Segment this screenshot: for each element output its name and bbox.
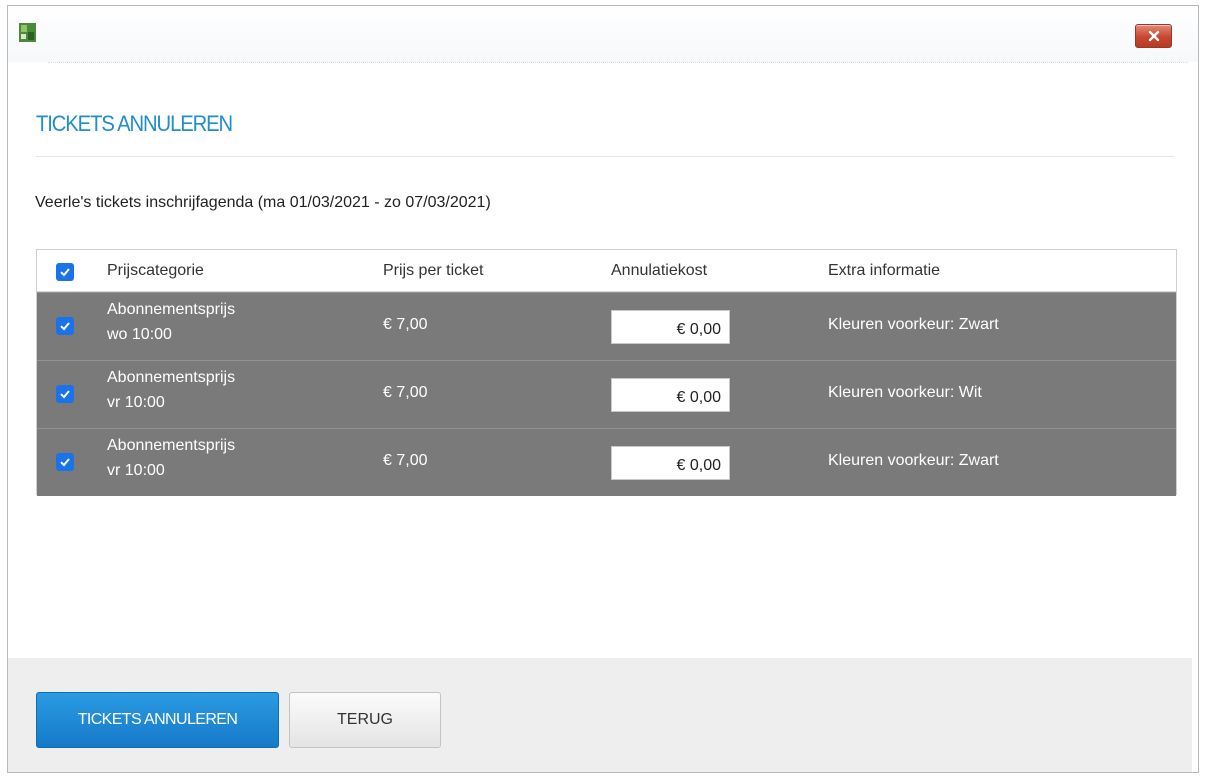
extra-info: Kleuren voorkeur: Zwart [828, 452, 999, 469]
cancellation-cost-input[interactable]: € 0,00 [611, 310, 730, 344]
session-time: vr 10:00 [107, 462, 165, 479]
page-subtitle: Veerle's tickets inschrijfagenda (ma 01/… [35, 194, 491, 211]
tickets-table: Prijscategorie Prijs per ticket Annulati… [36, 249, 1177, 496]
price-category: Abonnementsprijs [107, 369, 236, 386]
extra-info: Kleuren voorkeur: Zwart [828, 316, 999, 333]
table-header: Prijscategorie Prijs per ticket Annulati… [37, 250, 1176, 292]
dialog-window: TICKETS ANNULEREN Veerle's tickets insch… [7, 5, 1199, 773]
title-rule [36, 156, 1174, 157]
check-icon [60, 268, 70, 277]
row-checkbox[interactable] [56, 453, 74, 471]
close-button[interactable] [1135, 24, 1172, 48]
ticket-price: € 7,00 [383, 452, 428, 469]
cancel-tickets-button[interactable]: TICKETS ANNULEREN [36, 692, 279, 748]
select-all-checkbox[interactable] [56, 263, 74, 281]
page-title: TICKETS ANNULEREN [36, 111, 233, 136]
column-header-cancellation-cost: Annulatiekost [611, 262, 708, 279]
ticket-price: € 7,00 [383, 384, 428, 401]
check-icon [60, 322, 70, 331]
row-checkbox[interactable] [56, 385, 74, 403]
extra-info: Kleuren voorkeur: Wit [828, 384, 982, 401]
check-icon [60, 390, 70, 399]
table-row: Abonnementsprijs vr 10:00 € 7,00 € 0,00 … [37, 428, 1176, 496]
back-button[interactable]: TERUG [289, 692, 441, 748]
title-bar [8, 6, 1198, 62]
column-header-category: Prijscategorie [107, 262, 204, 279]
app-icon [19, 23, 36, 42]
close-icon [1148, 30, 1159, 42]
session-time: vr 10:00 [107, 394, 165, 411]
price-category: Abonnementsprijs [107, 437, 236, 454]
column-header-extra-info: Extra informatie [828, 262, 941, 279]
check-icon [60, 458, 70, 467]
price-category: Abonnementsprijs [107, 301, 236, 318]
table-row: Abonnementsprijs wo 10:00 € 7,00 € 0,00 … [37, 292, 1176, 360]
session-time: wo 10:00 [107, 326, 172, 343]
title-divider [48, 62, 1188, 63]
table-row: Abonnementsprijs vr 10:00 € 7,00 € 0,00 … [37, 360, 1176, 428]
cancellation-cost-input[interactable]: € 0,00 [611, 446, 730, 480]
cancellation-cost-input[interactable]: € 0,00 [611, 378, 730, 412]
row-checkbox[interactable] [56, 317, 74, 335]
column-header-price: Prijs per ticket [383, 262, 484, 279]
ticket-price: € 7,00 [383, 316, 428, 333]
